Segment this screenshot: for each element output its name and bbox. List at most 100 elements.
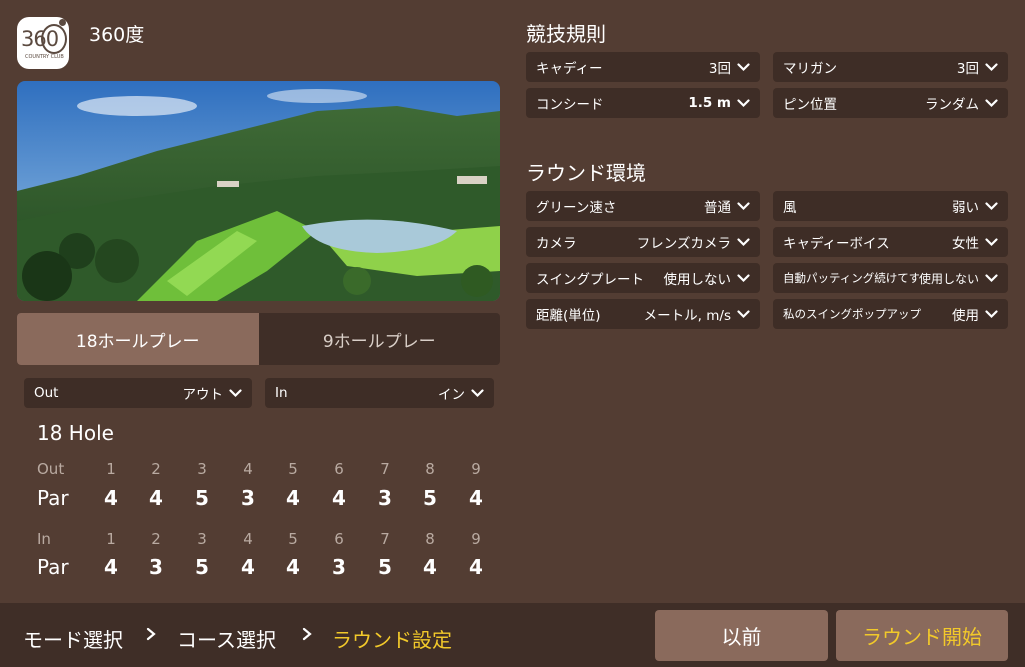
hole-number: 4 [243, 460, 253, 478]
rules-title: 競技規則 [526, 22, 606, 46]
hole-number: 1 [106, 530, 116, 548]
hole-par: 3 [332, 555, 346, 579]
hole-number: 3 [197, 530, 207, 548]
caddie-value: 3回 [708, 61, 731, 77]
distance-unit-select[interactable]: 距離(単位) メートル, m/s [526, 299, 760, 329]
hole-par: 4 [241, 555, 255, 579]
in-nine-value: イン [438, 387, 465, 403]
pin-position-value: ランダム [925, 97, 979, 113]
swing-popup-select[interactable]: 私のスイングポップアップ 使用 [773, 299, 1008, 329]
mulligan-label: マリガン [783, 61, 837, 77]
hole-number: 7 [380, 530, 390, 548]
in-holes-label: In [37, 530, 51, 548]
wind-label: 風 [783, 200, 797, 216]
hole-number: 6 [334, 530, 344, 548]
hole-par: 4 [469, 555, 483, 579]
breadcrumb-course-select[interactable]: コース選択 [177, 624, 276, 653]
hole-number: 2 [151, 530, 161, 548]
hole-par: 4 [286, 486, 300, 510]
course-name: 360度 [89, 24, 145, 46]
hole-number: 8 [425, 530, 435, 548]
auto-putting-value: 使用しない [918, 271, 979, 286]
course-image [17, 81, 500, 301]
swing-plate-select[interactable]: スイングプレート 使用しない [526, 263, 760, 293]
chevron-down-icon [737, 309, 750, 318]
chevron-down-icon [229, 388, 242, 397]
hole-count-title: 18 Hole [37, 421, 114, 445]
in-nine-label: In [275, 385, 288, 401]
hole-number: 9 [471, 530, 481, 548]
in-nine-select[interactable]: In イン [265, 378, 494, 408]
chevron-down-icon [985, 273, 998, 282]
hole-par: 4 [149, 486, 163, 510]
course-logo: 360 COUNTRY CLUB [17, 17, 69, 69]
hole-par: 3 [378, 486, 392, 510]
chevron-down-icon [737, 201, 750, 210]
chevron-down-icon [985, 201, 998, 210]
tab-18-hole-play[interactable]: 18ホールプレー [17, 313, 259, 365]
hole-number: 7 [380, 460, 390, 478]
in-par-label: Par [37, 555, 69, 579]
wind-value: 弱い [952, 200, 979, 216]
concede-select[interactable]: コンシード 1.5 m [526, 88, 760, 118]
mulligan-select[interactable]: マリガン 3回 [773, 52, 1008, 82]
swing-popup-value: 使用 [952, 308, 979, 324]
green-speed-value: 普通 [704, 200, 731, 216]
hole-par: 4 [104, 555, 118, 579]
chevron-right-icon [146, 627, 156, 641]
swing-plate-label: スイングプレート [536, 272, 644, 288]
environment-title: ラウンド環境 [526, 161, 646, 185]
hole-par: 4 [332, 486, 346, 510]
chevron-right-icon [302, 627, 312, 641]
chevron-down-icon [985, 62, 998, 71]
hole-par: 5 [195, 555, 209, 579]
start-round-button[interactable]: ラウンド開始 [836, 610, 1008, 661]
chevron-down-icon [471, 388, 484, 397]
hole-number: 3 [197, 460, 207, 478]
previous-button[interactable]: 以前 [655, 610, 828, 661]
chevron-down-icon [985, 237, 998, 246]
chevron-down-icon [985, 309, 998, 318]
hole-number: 4 [243, 530, 253, 548]
hole-number: 9 [471, 460, 481, 478]
breadcrumb-mode-select[interactable]: モード選択 [23, 624, 123, 653]
hole-par: 3 [241, 486, 255, 510]
camera-label: カメラ [536, 236, 577, 252]
play-mode-tabs: 18ホールプレー 9ホールプレー [17, 313, 500, 365]
chevron-down-icon [737, 237, 750, 246]
hole-number: 5 [288, 460, 298, 478]
out-par-label: Par [37, 486, 69, 510]
hole-par: 4 [286, 555, 300, 579]
hole-number: 2 [151, 460, 161, 478]
concede-label: コンシード [536, 97, 604, 113]
out-holes-label: Out [37, 460, 65, 478]
camera-value: フレンズカメラ [636, 236, 731, 252]
caddie-voice-select[interactable]: キャディーボイス 女性 [773, 227, 1008, 257]
wind-select[interactable]: 風 弱い [773, 191, 1008, 221]
hole-number: 1 [106, 460, 116, 478]
auto-putting-select[interactable]: 自動パッティング続けてする 使用しない [773, 263, 1008, 293]
green-speed-select[interactable]: グリーン速さ 普通 [526, 191, 760, 221]
chevron-down-icon [737, 273, 750, 282]
hole-par: 4 [423, 555, 437, 579]
hole-number: 8 [425, 460, 435, 478]
swing-plate-value: 使用しない [663, 272, 732, 288]
out-nine-value: アウト [182, 387, 224, 403]
mulligan-value: 3回 [956, 61, 979, 77]
pin-position-select[interactable]: ピン位置 ランダム [773, 88, 1008, 118]
caddie-voice-label: キャディーボイス [783, 236, 890, 252]
tab-9-hole-play[interactable]: 9ホールプレー [259, 313, 501, 365]
caddie-select[interactable]: キャディー 3回 [526, 52, 760, 82]
hole-par: 5 [423, 486, 437, 510]
hole-par: 3 [149, 555, 163, 579]
out-nine-select[interactable]: Out アウト [24, 378, 252, 408]
logo-caption: COUNTRY CLUB [25, 54, 64, 60]
hole-par: 5 [378, 555, 392, 579]
chevron-down-icon [737, 98, 750, 107]
hole-par: 5 [195, 486, 209, 510]
camera-select[interactable]: カメラ フレンズカメラ [526, 227, 760, 257]
chevron-down-icon [985, 98, 998, 107]
pin-position-label: ピン位置 [783, 97, 837, 113]
distance-unit-label: 距離(単位) [536, 308, 601, 324]
logo-text: 360 [21, 27, 59, 51]
